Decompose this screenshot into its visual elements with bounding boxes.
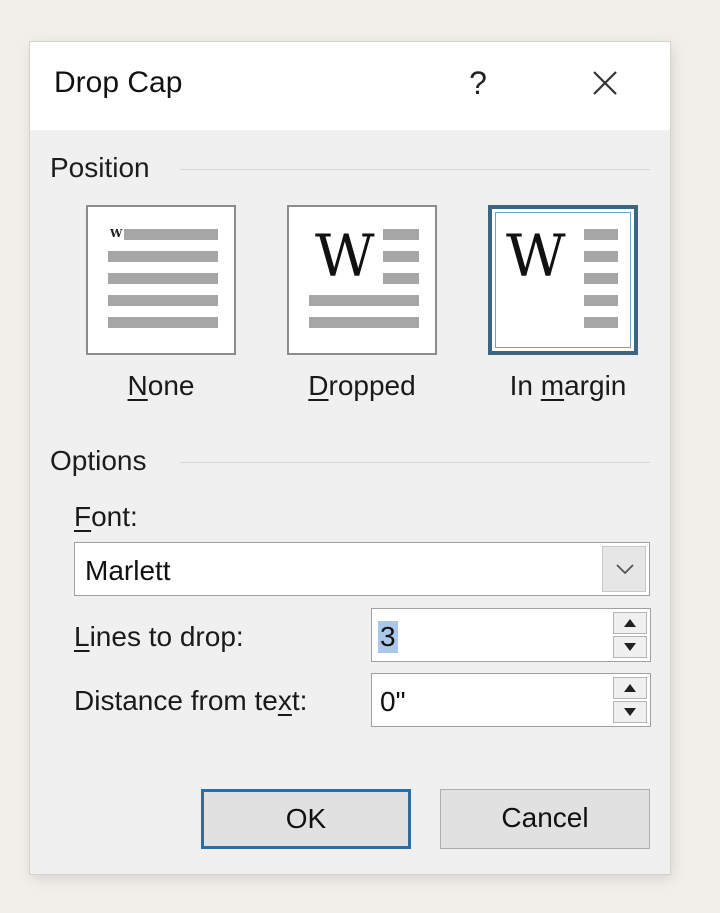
- distance-from-text-label: Distance from text:: [74, 685, 307, 717]
- preview-line: [108, 251, 218, 262]
- preview-line: [584, 229, 618, 240]
- position-divider: [180, 169, 650, 170]
- drop-cap-dialog: Drop Cap ? Position W None W Dropped W I…: [30, 42, 670, 874]
- preview-line: [383, 229, 419, 240]
- font-label-text: Font:: [74, 501, 138, 532]
- preview-line: [584, 273, 618, 284]
- position-in-margin-option[interactable]: W: [488, 205, 638, 355]
- preview-line: [309, 295, 419, 306]
- ok-button[interactable]: OK: [201, 789, 411, 849]
- lines-spin-up-button[interactable]: [613, 612, 647, 634]
- preview-line: [124, 229, 218, 240]
- distance-from-text-value[interactable]: 0": [378, 686, 408, 718]
- lines-spin-buttons: [613, 612, 647, 658]
- position-none-label: None: [86, 370, 236, 402]
- position-dropped-text: Dropped: [308, 370, 416, 401]
- distance-spin-buttons: [613, 677, 647, 723]
- distance-from-text-spinner[interactable]: 0": [371, 673, 651, 727]
- dialog-title: Drop Cap: [54, 66, 183, 99]
- options-divider: [180, 462, 650, 463]
- preview-line: [309, 317, 419, 328]
- drop-cap-letter: W: [506, 222, 566, 290]
- font-label: Font:: [74, 501, 138, 533]
- options-section-label: Options: [50, 445, 147, 476]
- triangle-up-icon: [624, 619, 636, 627]
- preview-line: [584, 295, 618, 306]
- drop-cap-letter: W: [315, 222, 375, 290]
- preview-line: [108, 273, 218, 284]
- help-button[interactable]: ?: [456, 58, 500, 108]
- font-dropdown-button[interactable]: [602, 546, 646, 592]
- lines-to-drop-label: Lines to drop:: [74, 621, 244, 653]
- close-button[interactable]: [582, 60, 628, 106]
- distance-from-text-text: Distance from text:: [74, 685, 308, 716]
- triangle-down-icon: [624, 643, 636, 651]
- triangle-down-icon: [624, 708, 636, 716]
- triangle-up-icon: [624, 684, 636, 692]
- preview-line: [584, 251, 618, 262]
- preview-line: [383, 251, 419, 262]
- position-none-option[interactable]: W: [86, 205, 236, 355]
- preview-line: [108, 295, 218, 306]
- small-drop-letter: W: [110, 227, 123, 240]
- lines-to-drop-value[interactable]: 3: [378, 621, 398, 653]
- title-bar: Drop Cap ?: [30, 42, 670, 130]
- font-combobox[interactable]: Marlett: [74, 542, 650, 596]
- font-value: Marlett: [85, 555, 171, 586]
- position-section-label: Position: [50, 152, 150, 183]
- close-icon: [593, 71, 617, 95]
- preview-line: [383, 273, 419, 284]
- preview-line: [108, 317, 218, 328]
- lines-spin-down-button[interactable]: [613, 636, 647, 658]
- cancel-button[interactable]: Cancel: [440, 789, 650, 849]
- position-dropped-label: Dropped: [277, 370, 447, 402]
- preview-line: [584, 317, 618, 328]
- position-dropped-option[interactable]: W: [287, 205, 437, 355]
- position-in-margin-label: In margin: [478, 370, 658, 402]
- chevron-down-icon: [616, 564, 634, 575]
- lines-to-drop-text: Lines to drop:: [74, 621, 244, 652]
- position-in-margin-text: In margin: [509, 370, 627, 401]
- lines-to-drop-spinner[interactable]: 3: [371, 608, 651, 662]
- distance-spin-up-button[interactable]: [613, 677, 647, 699]
- distance-spin-down-button[interactable]: [613, 701, 647, 723]
- position-none-text: None: [127, 370, 195, 401]
